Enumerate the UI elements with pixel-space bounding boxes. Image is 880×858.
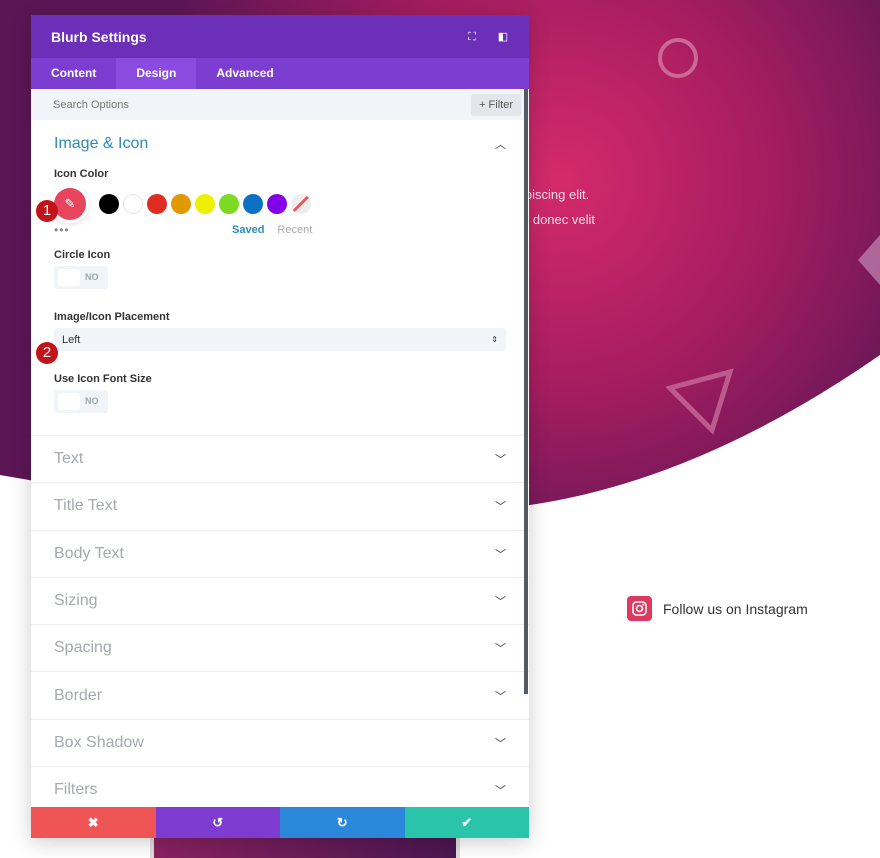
chevron-down-icon: ﹀ xyxy=(495,596,506,609)
section-border[interactable]: Border ﹀ xyxy=(31,671,529,718)
undo-button[interactable]: ↺ xyxy=(155,807,280,838)
settings-sections: Text ﹀ Title Text ﹀ Body Text ﹀ Sizing ﹀ Spacing… xyxy=(31,435,529,813)
filter-button[interactable]: + Filter xyxy=(471,93,521,116)
chevron-down-icon: ﹀ xyxy=(495,690,506,703)
saved-tab[interactable]: Saved xyxy=(232,224,264,236)
color-swatch[interactable] xyxy=(171,194,191,214)
more-options-icon[interactable]: ••• xyxy=(54,223,254,237)
placement-label: Image/Icon Placement xyxy=(54,311,170,323)
instagram-blurb: Follow us on Instagram xyxy=(627,596,808,621)
color-swatch[interactable] xyxy=(123,194,143,214)
section-header-image-icon[interactable]: Image & Icon ︿ xyxy=(54,120,506,168)
section-label: Filters xyxy=(54,781,98,799)
scrollbar[interactable] xyxy=(524,89,528,694)
recent-tab[interactable]: Recent xyxy=(277,224,312,236)
section-text[interactable]: Text ﹀ xyxy=(31,435,529,482)
instagram-icon xyxy=(627,596,652,621)
section-label: Spacing xyxy=(54,639,112,657)
section-label: Sizing xyxy=(54,592,98,610)
no-color-swatch[interactable] xyxy=(291,194,311,214)
background-image xyxy=(150,838,460,858)
color-swatches: 1 ✎ xyxy=(36,188,506,222)
section-title-text[interactable]: Title Text ﹀ xyxy=(31,482,529,529)
panel-title: Blurb Settings xyxy=(51,28,147,45)
chevron-down-icon: ﹀ xyxy=(495,548,506,561)
section-label: Box Shadow xyxy=(54,733,144,751)
hero-text-line: ipiscing elit. xyxy=(522,187,590,202)
circle-icon-label: Circle Icon xyxy=(54,249,111,261)
circle-icon-toggle[interactable]: NO xyxy=(54,266,108,289)
tab-design[interactable]: Design xyxy=(116,58,197,89)
chevron-down-icon: ﹀ xyxy=(495,454,506,467)
step-badge-2: 2 xyxy=(36,342,58,364)
step-badge-1: 1 xyxy=(36,200,58,222)
color-swatch[interactable] xyxy=(99,194,119,214)
font-size-label: Use Icon Font Size xyxy=(54,373,152,385)
redo-button[interactable]: ↻ xyxy=(280,807,405,838)
section-label: Body Text xyxy=(54,544,124,562)
section-box-shadow[interactable]: Box Shadow ﹀ xyxy=(31,718,529,766)
chevron-down-icon: ﹀ xyxy=(495,643,506,656)
panel-header: Blurb Settings ⛶ ◧ xyxy=(31,15,529,58)
cancel-button[interactable]: ✖ xyxy=(31,807,156,838)
tab-content[interactable]: Content xyxy=(31,58,116,89)
chevron-up-icon[interactable]: ︿ xyxy=(495,136,506,152)
section-label: Text xyxy=(54,450,84,468)
color-swatch[interactable] xyxy=(195,194,215,214)
section-spacing[interactable]: Spacing ﹀ xyxy=(31,624,529,671)
icon-color-label: Icon Color xyxy=(54,168,109,180)
section-label: Border xyxy=(54,686,103,704)
chevron-down-icon: ﹀ xyxy=(495,785,506,798)
placement-select[interactable]: Left ⇕ xyxy=(54,328,506,351)
font-size-toggle[interactable]: NO xyxy=(54,390,108,413)
chevron-down-icon: ﹀ xyxy=(495,501,506,514)
search-bar: + Filter xyxy=(31,89,529,120)
hero-text-line: e donec velit xyxy=(522,212,595,227)
color-swatch[interactable] xyxy=(267,194,287,214)
color-swatch[interactable] xyxy=(243,194,263,214)
chevron-down-icon: ﹀ xyxy=(495,737,506,750)
eyedropper-icon: ✎ xyxy=(64,196,76,211)
panel-footer: ✖ ↺ ↻ ✔ xyxy=(31,807,529,838)
color-swatch[interactable] xyxy=(219,194,239,214)
section-label: Title Text xyxy=(54,497,118,515)
color-swatch[interactable] xyxy=(147,194,167,214)
sidebar-layout-icon[interactable]: ◧ xyxy=(497,31,509,43)
section-sizing[interactable]: Sizing ﹀ xyxy=(31,576,529,624)
instagram-label: Follow us on Instagram xyxy=(663,600,808,617)
search-input[interactable] xyxy=(53,98,472,111)
tab-bar: Content Design Advanced xyxy=(31,58,529,89)
tab-advanced[interactable]: Advanced xyxy=(196,58,293,89)
section-body-text[interactable]: Body Text ﹀ xyxy=(31,529,529,577)
blurb-settings-panel: Blurb Settings ⛶ ◧ Content Design Advanc… xyxy=(31,15,529,838)
image-icon-section: Image & Icon ︿ Icon Color 1 ✎ ••• Saved … xyxy=(31,120,529,413)
select-arrows-icon: ⇕ xyxy=(491,335,498,344)
save-button[interactable]: ✔ xyxy=(404,807,529,838)
color-picker-button[interactable]: ✎ xyxy=(54,188,86,220)
fullscreen-icon[interactable]: ⛶ xyxy=(466,31,478,43)
section-title: Image & Icon xyxy=(54,135,149,152)
